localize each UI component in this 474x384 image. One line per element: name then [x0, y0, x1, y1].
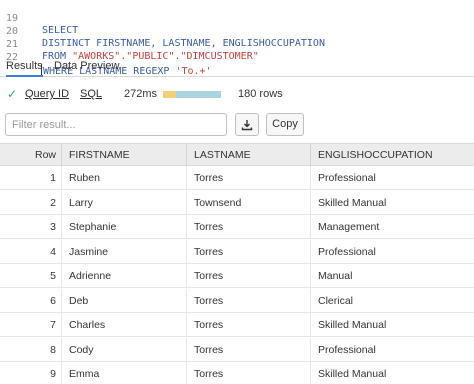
- query-status: ✓ Query ID SQL 272ms 180 rows: [0, 84, 474, 104]
- table-row[interactable]: 9 Emma Torres Skilled Manual: [0, 362, 474, 384]
- result-tabs: Results Data Preview: [0, 55, 474, 77]
- firstname-cell: Adrienne: [62, 264, 187, 288]
- code-text: DISTINCT FIRSTNAME, LASTNAME, ENGLISHOCC…: [42, 38, 325, 49]
- code-text: SELECT: [42, 25, 79, 36]
- copy-button[interactable]: Copy: [266, 113, 304, 136]
- occupation-cell: Management: [318, 221, 380, 233]
- firstname-cell: Stephanie: [62, 215, 187, 239]
- column-header-firstname[interactable]: FIRSTNAME: [62, 144, 187, 166]
- firstname-cell: Emma: [62, 362, 187, 384]
- duration-bar-compile: [163, 91, 176, 98]
- occupation-cell: Clerical: [318, 294, 354, 307]
- row-number: 4: [0, 239, 62, 264]
- lastname-cell: Torres: [187, 337, 311, 362]
- table-row[interactable]: 6 Deb Torres Clerical: [0, 288, 474, 313]
- code-line: 19 SELECT: [0, 1, 78, 36]
- tab-data-preview[interactable]: Data Preview: [54, 59, 119, 77]
- row-number: 5: [0, 264, 62, 288]
- tab-results[interactable]: Results: [6, 59, 43, 77]
- firstname-cell: Larry: [62, 190, 187, 215]
- lastname-cell: Torres: [187, 313, 311, 337]
- table-header: Row FIRSTNAME LASTNAME ENGLISHOCCUPATION: [0, 143, 474, 166]
- firstname-cell: Charles: [62, 313, 187, 337]
- occupation-cell: Skilled Manual: [318, 368, 387, 380]
- row-number: 6: [0, 288, 62, 313]
- code-line: 21 FROM "AWORKS"."PUBLIC"."DIMCUSTOMER": [0, 27, 259, 62]
- occupation-cell: Professional: [318, 245, 376, 258]
- table-row[interactable]: 2 Larry Townsend Skilled Manual: [0, 190, 474, 215]
- lastname-cell: Torres: [187, 239, 311, 264]
- sql-link[interactable]: SQL: [80, 88, 102, 100]
- column-header-englishoccupation[interactable]: ENGLISHOCCUPATION: [311, 144, 474, 166]
- check-icon: ✓: [7, 87, 18, 101]
- code-line: 20 DISTINCT FIRSTNAME, LASTNAME, ENGLISH…: [0, 14, 325, 49]
- table-row[interactable]: 5 Adrienne Torres Manual: [0, 264, 474, 288]
- row-count: 180 rows: [238, 88, 283, 100]
- sql-editor[interactable]: 19 SELECT 20 DISTINCT FIRSTNAME, LASTNAM…: [0, 0, 474, 77]
- firstname-cell: Jasmine: [62, 239, 187, 264]
- row-number: 1: [0, 166, 62, 190]
- duration-bar: [163, 91, 221, 98]
- row-number: 8: [0, 337, 62, 362]
- table-row[interactable]: 1 Ruben Torres Professional: [0, 166, 474, 190]
- table-row[interactable]: 8 Cody Torres Professional: [0, 337, 474, 362]
- firstname-cell: Cody: [62, 337, 187, 362]
- occupation-cell: Professional: [318, 172, 376, 184]
- query-id-link[interactable]: Query ID: [25, 88, 69, 100]
- row-number: 3: [0, 215, 62, 239]
- occupation-cell: Skilled Manual: [318, 196, 387, 209]
- column-header-row[interactable]: Row: [0, 144, 62, 166]
- occupation-cell: Manual: [318, 270, 353, 282]
- lastname-cell: Torres: [187, 288, 311, 313]
- firstname-cell: Ruben: [62, 166, 187, 190]
- column-header-lastname[interactable]: LASTNAME: [187, 144, 311, 166]
- row-number: 9: [0, 362, 62, 384]
- lastname-cell: Torres: [187, 166, 311, 190]
- table-row[interactable]: 7 Charles Torres Skilled Manual: [0, 313, 474, 337]
- occupation-cell: Skilled Manual: [318, 319, 387, 331]
- row-number: 7: [0, 313, 62, 337]
- results-table: Row FIRSTNAME LASTNAME ENGLISHOCCUPATION…: [0, 143, 474, 384]
- download-button[interactable]: [235, 113, 259, 136]
- row-number: 2: [0, 190, 62, 215]
- code-line: 22 WHERE LASTNAME REGEXP 'To.+': [0, 40, 212, 77]
- firstname-cell: Deb: [62, 288, 187, 313]
- filter-input[interactable]: [5, 113, 227, 136]
- download-icon: [241, 119, 253, 130]
- lastname-cell: Torres: [187, 362, 311, 384]
- occupation-cell: Professional: [318, 343, 376, 356]
- query-duration: 272ms: [124, 88, 158, 100]
- lastname-cell: Torres: [187, 215, 311, 239]
- lastname-cell: Townsend: [187, 190, 311, 215]
- table-row[interactable]: 3 Stephanie Torres Management: [0, 215, 474, 239]
- lastname-cell: Torres: [187, 264, 311, 288]
- table-row[interactable]: 4 Jasmine Torres Professional: [0, 239, 474, 264]
